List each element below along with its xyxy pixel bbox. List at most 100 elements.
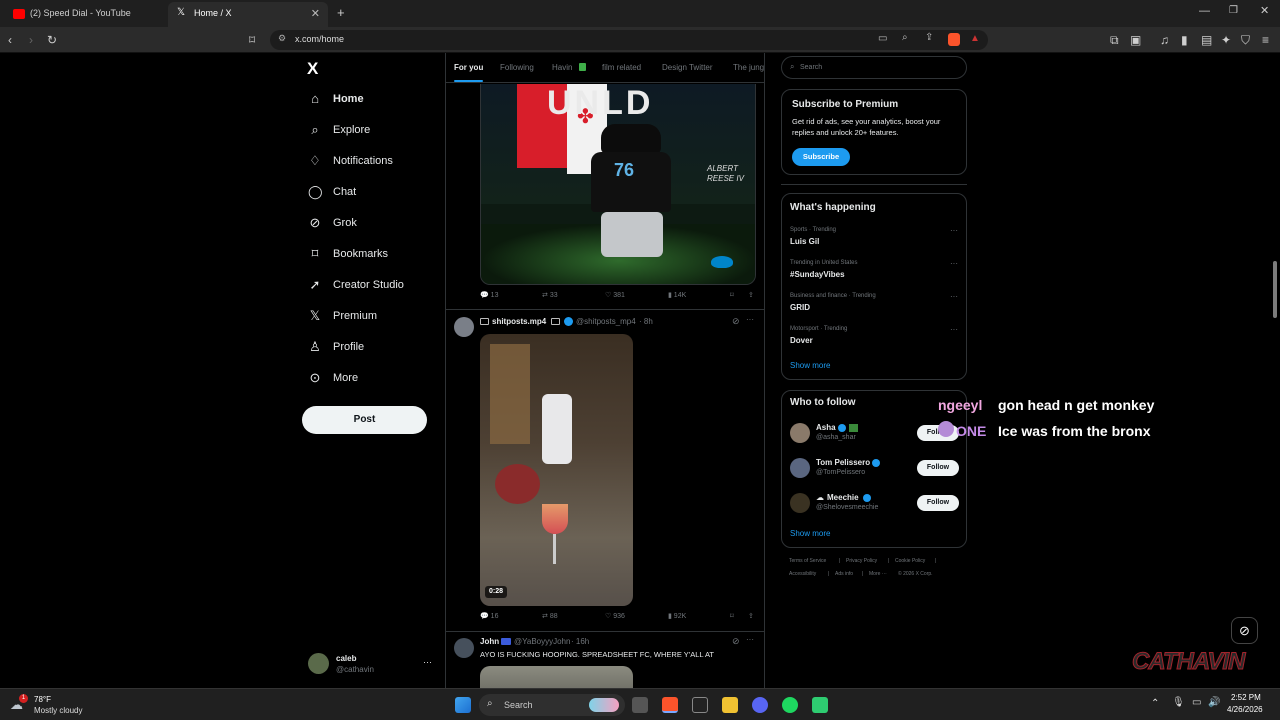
footer-link[interactable]: Ads info [835, 571, 853, 577]
trend-item[interactable]: Trending in United States #SundayVibes ·… [782, 257, 966, 287]
follow-suggestion[interactable]: ☁ Meechie @Shelovesmeechie Follow [782, 489, 966, 519]
tray-overflow-icon[interactable]: ⌃ [1151, 698, 1159, 709]
views-button[interactable]: ▮ 92K [668, 612, 686, 620]
bookmark-icon[interactable]: ⌑ [730, 291, 734, 299]
post-time[interactable]: · 8h [639, 317, 653, 326]
account-menu-icon[interactable]: ··· [423, 657, 432, 667]
taskbar-search[interactable]: ⌕ Search [479, 694, 625, 716]
sidebar-icon[interactable]: ▮ [1181, 32, 1188, 48]
like-button[interactable]: ♡ 381 [605, 291, 625, 299]
account-switcher[interactable]: caleb @cathavin ··· [306, 651, 436, 679]
show-more-link[interactable]: Show more [790, 361, 830, 370]
scrollbar-thumb[interactable] [1273, 261, 1277, 318]
post-button[interactable]: Post [302, 406, 427, 434]
brave-rewards-icon[interactable]: ▲ [970, 33, 980, 44]
leo-ai-icon[interactable]: ✦ [1221, 32, 1231, 48]
tab-following[interactable]: Following [500, 63, 534, 72]
post-video[interactable]: 0:28 [480, 334, 633, 606]
avatar[interactable] [454, 638, 474, 658]
tab-havin[interactable]: Havin [552, 63, 572, 72]
menu-icon[interactable]: ≡ [1262, 32, 1269, 48]
footer-link[interactable]: Cookie Policy [895, 558, 925, 564]
trend-item[interactable]: Motorsport · Trending Dover ··· [782, 323, 966, 353]
grok-post-icon[interactable]: ⊘ [732, 316, 740, 327]
brave-taskbar-icon[interactable] [662, 697, 678, 713]
wallet-icon[interactable]: ▤ [1201, 32, 1212, 48]
more-options-icon[interactable]: ··· [950, 259, 958, 268]
tab-youtube[interactable]: (2) Speed Dial - YouTube [4, 2, 167, 27]
tab-the-jung[interactable]: The jung [733, 63, 764, 72]
footer-link[interactable]: Privacy Policy [846, 558, 877, 564]
post-author-handle[interactable]: @shitposts_mp4 [576, 317, 636, 326]
site-settings-icon[interactable]: ⚙ [278, 33, 286, 44]
vpn-icon[interactable]: ⛉ [1241, 32, 1250, 48]
grok-floating-button[interactable]: ⊘ [1231, 617, 1258, 644]
brave-shields-icon[interactable] [948, 33, 960, 46]
windows-start-icon[interactable] [455, 697, 471, 713]
app-icon[interactable] [812, 697, 828, 713]
bookmark-page-icon[interactable]: ⌑ [249, 32, 255, 48]
address-bar[interactable]: ⚙ x.com/home ▭ ⌕ ⇪ ▲ [270, 30, 988, 50]
reload-icon[interactable]: ↻ [47, 32, 57, 48]
tab-x-home[interactable]: 𝕏 Home / X ✕ [168, 2, 328, 27]
follow-button[interactable]: Follow [917, 460, 959, 476]
avatar[interactable] [454, 317, 474, 337]
repost-button[interactable]: ⇄ 33 [542, 291, 558, 299]
search-input[interactable]: ⌕ Search [781, 56, 967, 79]
footer-link[interactable]: Terms of Service [789, 558, 826, 564]
close-tab-icon[interactable]: ✕ [311, 7, 320, 20]
subscribe-button[interactable]: Subscribe [792, 148, 850, 166]
post-time[interactable]: · 16h [571, 637, 589, 646]
spotify-icon[interactable] [782, 697, 798, 713]
restore-icon[interactable]: ❐ [1229, 5, 1238, 16]
like-button[interactable]: ♡ 936 [605, 612, 625, 620]
post-author-handle[interactable]: @YaBoyyyJohn [514, 637, 570, 646]
post-image-football[interactable]: ✤ UNLD 76 ALBERT REESE IV [480, 84, 756, 285]
footer-link[interactable]: Accessibility [789, 571, 816, 577]
post-author-name[interactable]: shitposts.mp4 [492, 317, 546, 326]
share-icon[interactable]: ⇪ [748, 612, 754, 620]
grok-post-icon[interactable]: ⊘ [732, 636, 740, 647]
forward-icon[interactable]: › [29, 32, 33, 48]
minimize-icon[interactable]: — [1199, 5, 1210, 17]
back-icon[interactable]: ‹ [8, 32, 12, 48]
music-icon[interactable]: ♫ [1160, 32, 1169, 48]
network-icon[interactable]: ▭ [1192, 697, 1201, 708]
close-window-icon[interactable]: ✕ [1260, 4, 1269, 17]
more-options-icon[interactable]: ··· [950, 325, 958, 334]
trend-item[interactable]: Sports · Trending Luis Gil ··· [782, 224, 966, 254]
tab-design-twitter[interactable]: Design Twitter [662, 63, 713, 72]
repost-button[interactable]: ⇄ 88 [542, 612, 558, 620]
trend-item[interactable]: Business and finance · Trending GRID ··· [782, 290, 966, 320]
more-options-icon[interactable]: ··· [950, 226, 958, 235]
obs-taskbar-icon[interactable] [692, 697, 708, 713]
more-options-icon[interactable]: ··· [746, 315, 754, 324]
bookmark-icon[interactable]: ⌑ [730, 612, 734, 620]
follow-button[interactable]: Follow [917, 495, 959, 511]
task-view-icon[interactable] [632, 697, 648, 713]
more-options-icon[interactable]: ··· [950, 292, 958, 301]
new-tab-button[interactable]: + [337, 5, 345, 20]
screenshot-icon[interactable]: ▣ [1130, 32, 1141, 48]
extensions-icon[interactable]: ⧉ [1110, 32, 1119, 48]
discord-icon[interactable] [752, 697, 768, 713]
clock-time[interactable]: 2:52 PM [1231, 693, 1261, 702]
post-media[interactable] [480, 666, 633, 688]
views-button[interactable]: ▮ 14K [668, 291, 686, 299]
footer-link[interactable]: More ··· [869, 571, 887, 577]
tab-film-related[interactable]: film related [602, 63, 641, 72]
x-logo[interactable]: X [307, 59, 318, 79]
microphone-icon[interactable]: 🎙 [1172, 697, 1185, 708]
share-icon[interactable]: ⇪ [748, 291, 754, 299]
volume-icon[interactable]: 🔊 [1208, 697, 1220, 708]
share-icon[interactable]: ⇪ [925, 32, 933, 43]
post-author-name[interactable]: John [480, 637, 499, 646]
follow-suggestion[interactable]: Tom Pelissero @TomPelissero Follow [782, 454, 966, 484]
clock-date[interactable]: 4/26/2026 [1227, 705, 1263, 714]
reply-button[interactable]: 💬 13 [480, 291, 498, 299]
file-explorer-icon[interactable] [722, 697, 738, 713]
cast-icon[interactable]: ▭ [878, 33, 887, 44]
weather-widget[interactable]: ☁ 1 78°F Mostly cloudy [8, 693, 128, 717]
page-scrollbar[interactable] [1272, 57, 1278, 687]
tab-for-you[interactable]: For you [454, 63, 483, 72]
